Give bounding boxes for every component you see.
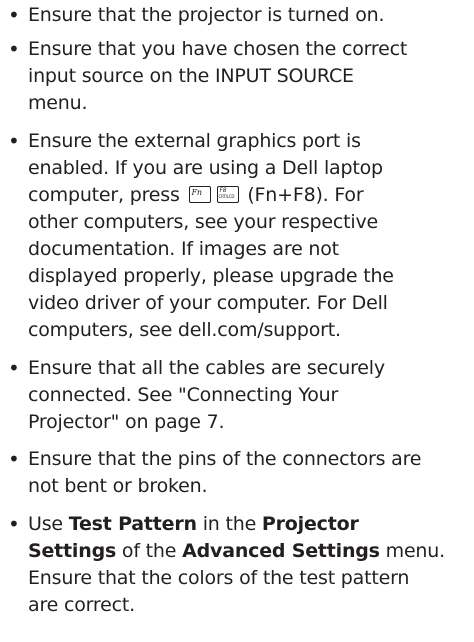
item-text-line: computers, see dell.com/support. bbox=[28, 319, 341, 341]
advanced-settings-term: Advanced Settings bbox=[182, 540, 380, 562]
item-text-line: menu. bbox=[28, 92, 88, 114]
projector-term: Projector bbox=[261, 513, 359, 535]
text-segment: Use bbox=[28, 513, 69, 535]
test-pattern-term: Test Pattern bbox=[68, 513, 197, 535]
bullet: • bbox=[8, 37, 20, 61]
item-text-line: input source on the INPUT SOURCE bbox=[28, 65, 354, 87]
key-line-after: (Fn+F8). For bbox=[247, 184, 364, 206]
fn-key-icon: Fn bbox=[188, 186, 211, 203]
item-text-line-rich: Use Test Pattern in the Projector bbox=[28, 511, 359, 538]
item-text-line: other computers, see your respective bbox=[28, 211, 378, 233]
settings-term: Settings bbox=[28, 540, 117, 562]
item-text-line: not bent or broken. bbox=[28, 475, 208, 497]
item-text-line: documentation. If images are not bbox=[28, 238, 339, 260]
item-text-line: Ensure that you have chosen the correct bbox=[28, 38, 408, 60]
item-text-line: Ensure the external graphics port is bbox=[28, 130, 361, 152]
item-text-line: enabled. If you are using a Dell laptop bbox=[28, 157, 383, 179]
f8-key-label: F8 bbox=[219, 187, 227, 194]
item-text-line: connected. See "Connecting Your bbox=[28, 384, 339, 406]
item-text-line: Projector" on page 7. bbox=[28, 411, 225, 433]
item-text-line-rich: Settings of the Advanced Settings menu. bbox=[28, 538, 445, 565]
item-text-line: video driver of your computer. For Dell bbox=[28, 292, 388, 314]
crt-lcd-key-label: CRT/LCD bbox=[218, 194, 235, 199]
item-text-line-with-keys: computer, press Fn F8 CRT/LCD (Fn+F8). F… bbox=[28, 182, 364, 209]
item-text-line: Ensure that the projector is turned on. bbox=[28, 4, 385, 26]
item-text-line: displayed properly, please upgrade the bbox=[28, 265, 394, 287]
text-segment: in the bbox=[196, 513, 262, 535]
item-text-line: Ensure that the colors of the test patte… bbox=[28, 567, 410, 589]
bullet: • bbox=[8, 129, 20, 153]
item-text-line: Ensure that all the cables are securely bbox=[28, 357, 385, 379]
fn-key-label: Fn bbox=[191, 188, 203, 197]
f8-crt-lcd-key-icon: F8 CRT/LCD bbox=[216, 186, 239, 203]
bullet: • bbox=[8, 447, 20, 471]
bullet: • bbox=[8, 512, 20, 536]
text-segment: menu. bbox=[379, 540, 446, 562]
text-segment: of the bbox=[116, 540, 183, 562]
bullet: • bbox=[8, 356, 20, 380]
item-text-line: Ensure that the pins of the connectors a… bbox=[28, 448, 422, 470]
bullet: • bbox=[8, 3, 20, 27]
item-text-line: are correct. bbox=[28, 594, 135, 616]
key-line-before: computer, press bbox=[28, 184, 180, 206]
